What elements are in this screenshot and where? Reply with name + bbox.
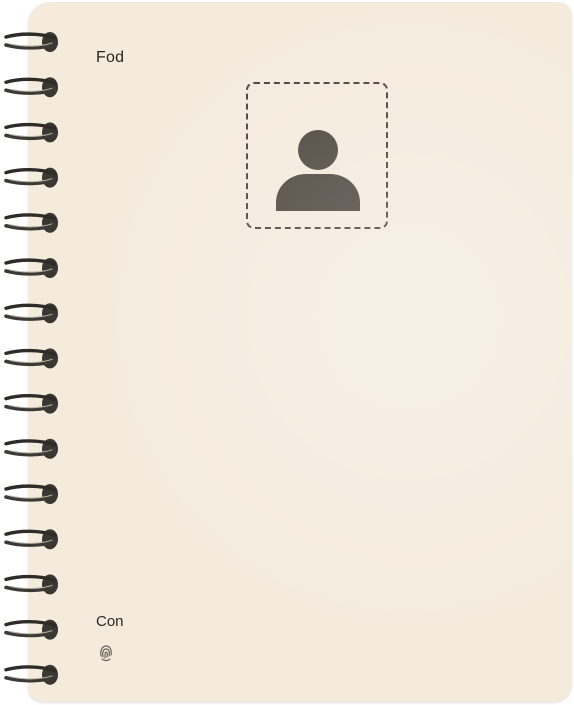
binding-ring (4, 484, 58, 504)
binding-ring (4, 619, 58, 640)
notebook-cover: Fod Con (28, 2, 572, 702)
notebook-title: Fod (96, 49, 125, 66)
binding-ring (4, 529, 58, 550)
notebook-screen: Fod Con (0, 0, 574, 705)
binding-ring (4, 664, 58, 685)
binding-ring (4, 212, 58, 233)
binding-ring (4, 167, 58, 188)
binding-ring (4, 393, 58, 414)
profile-photo-placeholder[interactable] (246, 82, 388, 229)
binding-ring (4, 77, 58, 98)
binding-ring (4, 258, 58, 278)
binding-ring (4, 303, 58, 324)
binding-ring (4, 438, 58, 459)
fingerprint-icon[interactable] (98, 642, 114, 662)
binding-ring (4, 574, 58, 595)
binding-ring (4, 348, 58, 369)
spiral-binding (4, 32, 58, 685)
user-silhouette-icon (276, 130, 360, 211)
footer-label: Con (96, 613, 124, 630)
binding-ring (4, 122, 58, 143)
binding-ring (4, 32, 58, 52)
